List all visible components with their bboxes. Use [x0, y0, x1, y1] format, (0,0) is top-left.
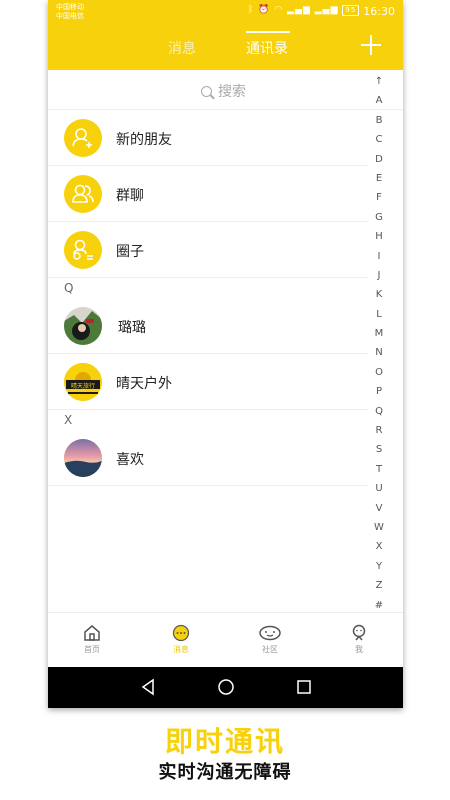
- carrier-info: 中国移动 中国电信: [56, 3, 84, 21]
- index-letter[interactable]: E: [374, 169, 384, 188]
- list-item-label: 圈子: [116, 244, 144, 260]
- index-letter[interactable]: N: [374, 343, 384, 362]
- home-button-icon[interactable]: [217, 678, 235, 696]
- nav-community[interactable]: 社区: [226, 613, 314, 668]
- profile-icon: [352, 624, 366, 641]
- index-letter[interactable]: I: [374, 247, 384, 266]
- index-letter[interactable]: C: [374, 130, 384, 149]
- list-item-label: 群聊: [116, 188, 144, 204]
- nav-label: 首页: [84, 645, 100, 654]
- contact-row[interactable]: 喜欢: [48, 430, 368, 486]
- index-letter[interactable]: K: [374, 285, 384, 304]
- wifi-icon: ◠: [274, 5, 284, 15]
- list-item-label: 新的朋友: [116, 132, 172, 148]
- search-icon: [201, 86, 212, 97]
- index-letter[interactable]: U: [374, 479, 384, 498]
- status-icons: ᛒ ⏰ ◠ ▂▄▆ ▂▄▆ 95: [248, 5, 360, 16]
- index-letter[interactable]: L: [374, 305, 384, 324]
- carrier-1: 中国移动: [56, 3, 84, 11]
- index-letter[interactable]: R: [374, 421, 384, 440]
- search-bar[interactable]: 搜索: [48, 70, 403, 110]
- group-chat-icon: [64, 175, 102, 213]
- system-nav-bar: [48, 667, 403, 708]
- index-letter[interactable]: M: [374, 324, 384, 343]
- section-header-x: X: [64, 413, 73, 427]
- index-letter[interactable]: V: [374, 499, 384, 518]
- search-field[interactable]: 搜索: [201, 81, 246, 100]
- index-letter[interactable]: F: [374, 188, 384, 207]
- alphabet-index[interactable]: ↑ A B C D E F G H I J K L M N O P Q R S T U V W X Y Z #: [374, 72, 384, 615]
- plus-icon[interactable]: [360, 34, 382, 56]
- phone-screen: 中国移动 中国电信 ᛒ ⏰ ◠ ▂▄▆ ▂▄▆ 95 16:30 消息 通讯录: [48, 0, 403, 708]
- tab-contacts[interactable]: 通讯录: [246, 38, 288, 58]
- index-letter[interactable]: T: [374, 460, 384, 479]
- index-letter[interactable]: W: [374, 518, 384, 537]
- section-header-q: Q: [64, 281, 74, 295]
- nav-label: 消息: [173, 645, 189, 654]
- index-letter[interactable]: X: [374, 537, 384, 556]
- nav-home[interactable]: 首页: [48, 613, 136, 668]
- app-header: 中国移动 中国电信 ᛒ ⏰ ◠ ▂▄▆ ▂▄▆ 95 16:30 消息 通讯录: [48, 0, 403, 70]
- screenshot-page: 中国移动 中国电信 ᛒ ⏰ ◠ ▂▄▆ ▂▄▆ 95 16:30 消息 通讯录: [0, 0, 450, 800]
- nav-profile[interactable]: 我: [315, 613, 403, 668]
- promo-title: 即时通讯: [164, 725, 285, 758]
- contact-name: 喜欢: [116, 452, 144, 468]
- home-icon: [84, 625, 100, 641]
- back-icon[interactable]: [140, 678, 156, 696]
- index-letter[interactable]: Z: [374, 576, 384, 595]
- avatar: [64, 307, 102, 345]
- carrier-2: 中国电信: [56, 12, 84, 20]
- index-letter[interactable]: Q: [374, 402, 384, 421]
- battery-icon: 95: [342, 5, 360, 16]
- index-letter[interactable]: B: [374, 111, 384, 130]
- header-tabs: 消息 通讯录: [48, 34, 403, 64]
- message-icon: [172, 624, 190, 642]
- avatar: 晴天旅行: [64, 363, 102, 401]
- index-letter[interactable]: A: [374, 91, 384, 110]
- tab-messages[interactable]: 消息: [168, 38, 196, 58]
- promo-subtitle: 实时沟通无障碍: [158, 762, 292, 783]
- bluetooth-icon: ᛒ: [248, 5, 255, 15]
- signal-icon: ▂▄▆: [287, 5, 311, 15]
- nav-label: 社区: [262, 645, 278, 654]
- index-letter[interactable]: G: [374, 208, 384, 227]
- bottom-nav: 首页 消息 社区 我: [48, 612, 403, 667]
- list-item-circle[interactable]: 圈子: [48, 222, 368, 278]
- index-letter[interactable]: O: [374, 363, 384, 382]
- nav-messages[interactable]: 消息: [137, 613, 225, 668]
- signal-2-icon: ▂▄▆: [314, 5, 339, 15]
- index-letter[interactable]: H: [374, 227, 384, 246]
- avatar: [64, 439, 102, 477]
- list-item-group-chat[interactable]: 群聊: [48, 166, 368, 222]
- avatar-brand-text: 晴天旅行: [70, 383, 95, 390]
- search-placeholder: 搜索: [218, 84, 246, 100]
- index-letter[interactable]: ↑: [374, 72, 384, 91]
- index-letter[interactable]: D: [374, 150, 384, 169]
- contact-row[interactable]: 晴天旅行 晴天户外: [48, 354, 368, 410]
- circle-icon: [64, 231, 102, 269]
- contact-name: 璐璐: [118, 320, 146, 336]
- index-letter[interactable]: S: [374, 440, 384, 459]
- status-time: 16:30: [363, 5, 395, 18]
- contact-row[interactable]: 璐璐: [48, 298, 368, 354]
- status-bar: 中国移动 中国电信 ᛒ ⏰ ◠ ▂▄▆ ▂▄▆ 95 16:30: [48, 0, 403, 24]
- index-letter[interactable]: J: [374, 266, 384, 285]
- recents-icon[interactable]: [296, 678, 312, 696]
- index-letter[interactable]: P: [374, 382, 384, 401]
- list-item-new-friends[interactable]: 新的朋友: [48, 110, 368, 166]
- index-letter[interactable]: Y: [374, 557, 384, 576]
- contact-name: 晴天户外: [116, 376, 172, 392]
- nav-label: 我: [355, 645, 363, 654]
- community-icon: [259, 625, 281, 641]
- add-friend-icon: [64, 119, 102, 157]
- alarm-icon: ⏰: [258, 5, 271, 15]
- active-tab-indicator: [246, 31, 290, 33]
